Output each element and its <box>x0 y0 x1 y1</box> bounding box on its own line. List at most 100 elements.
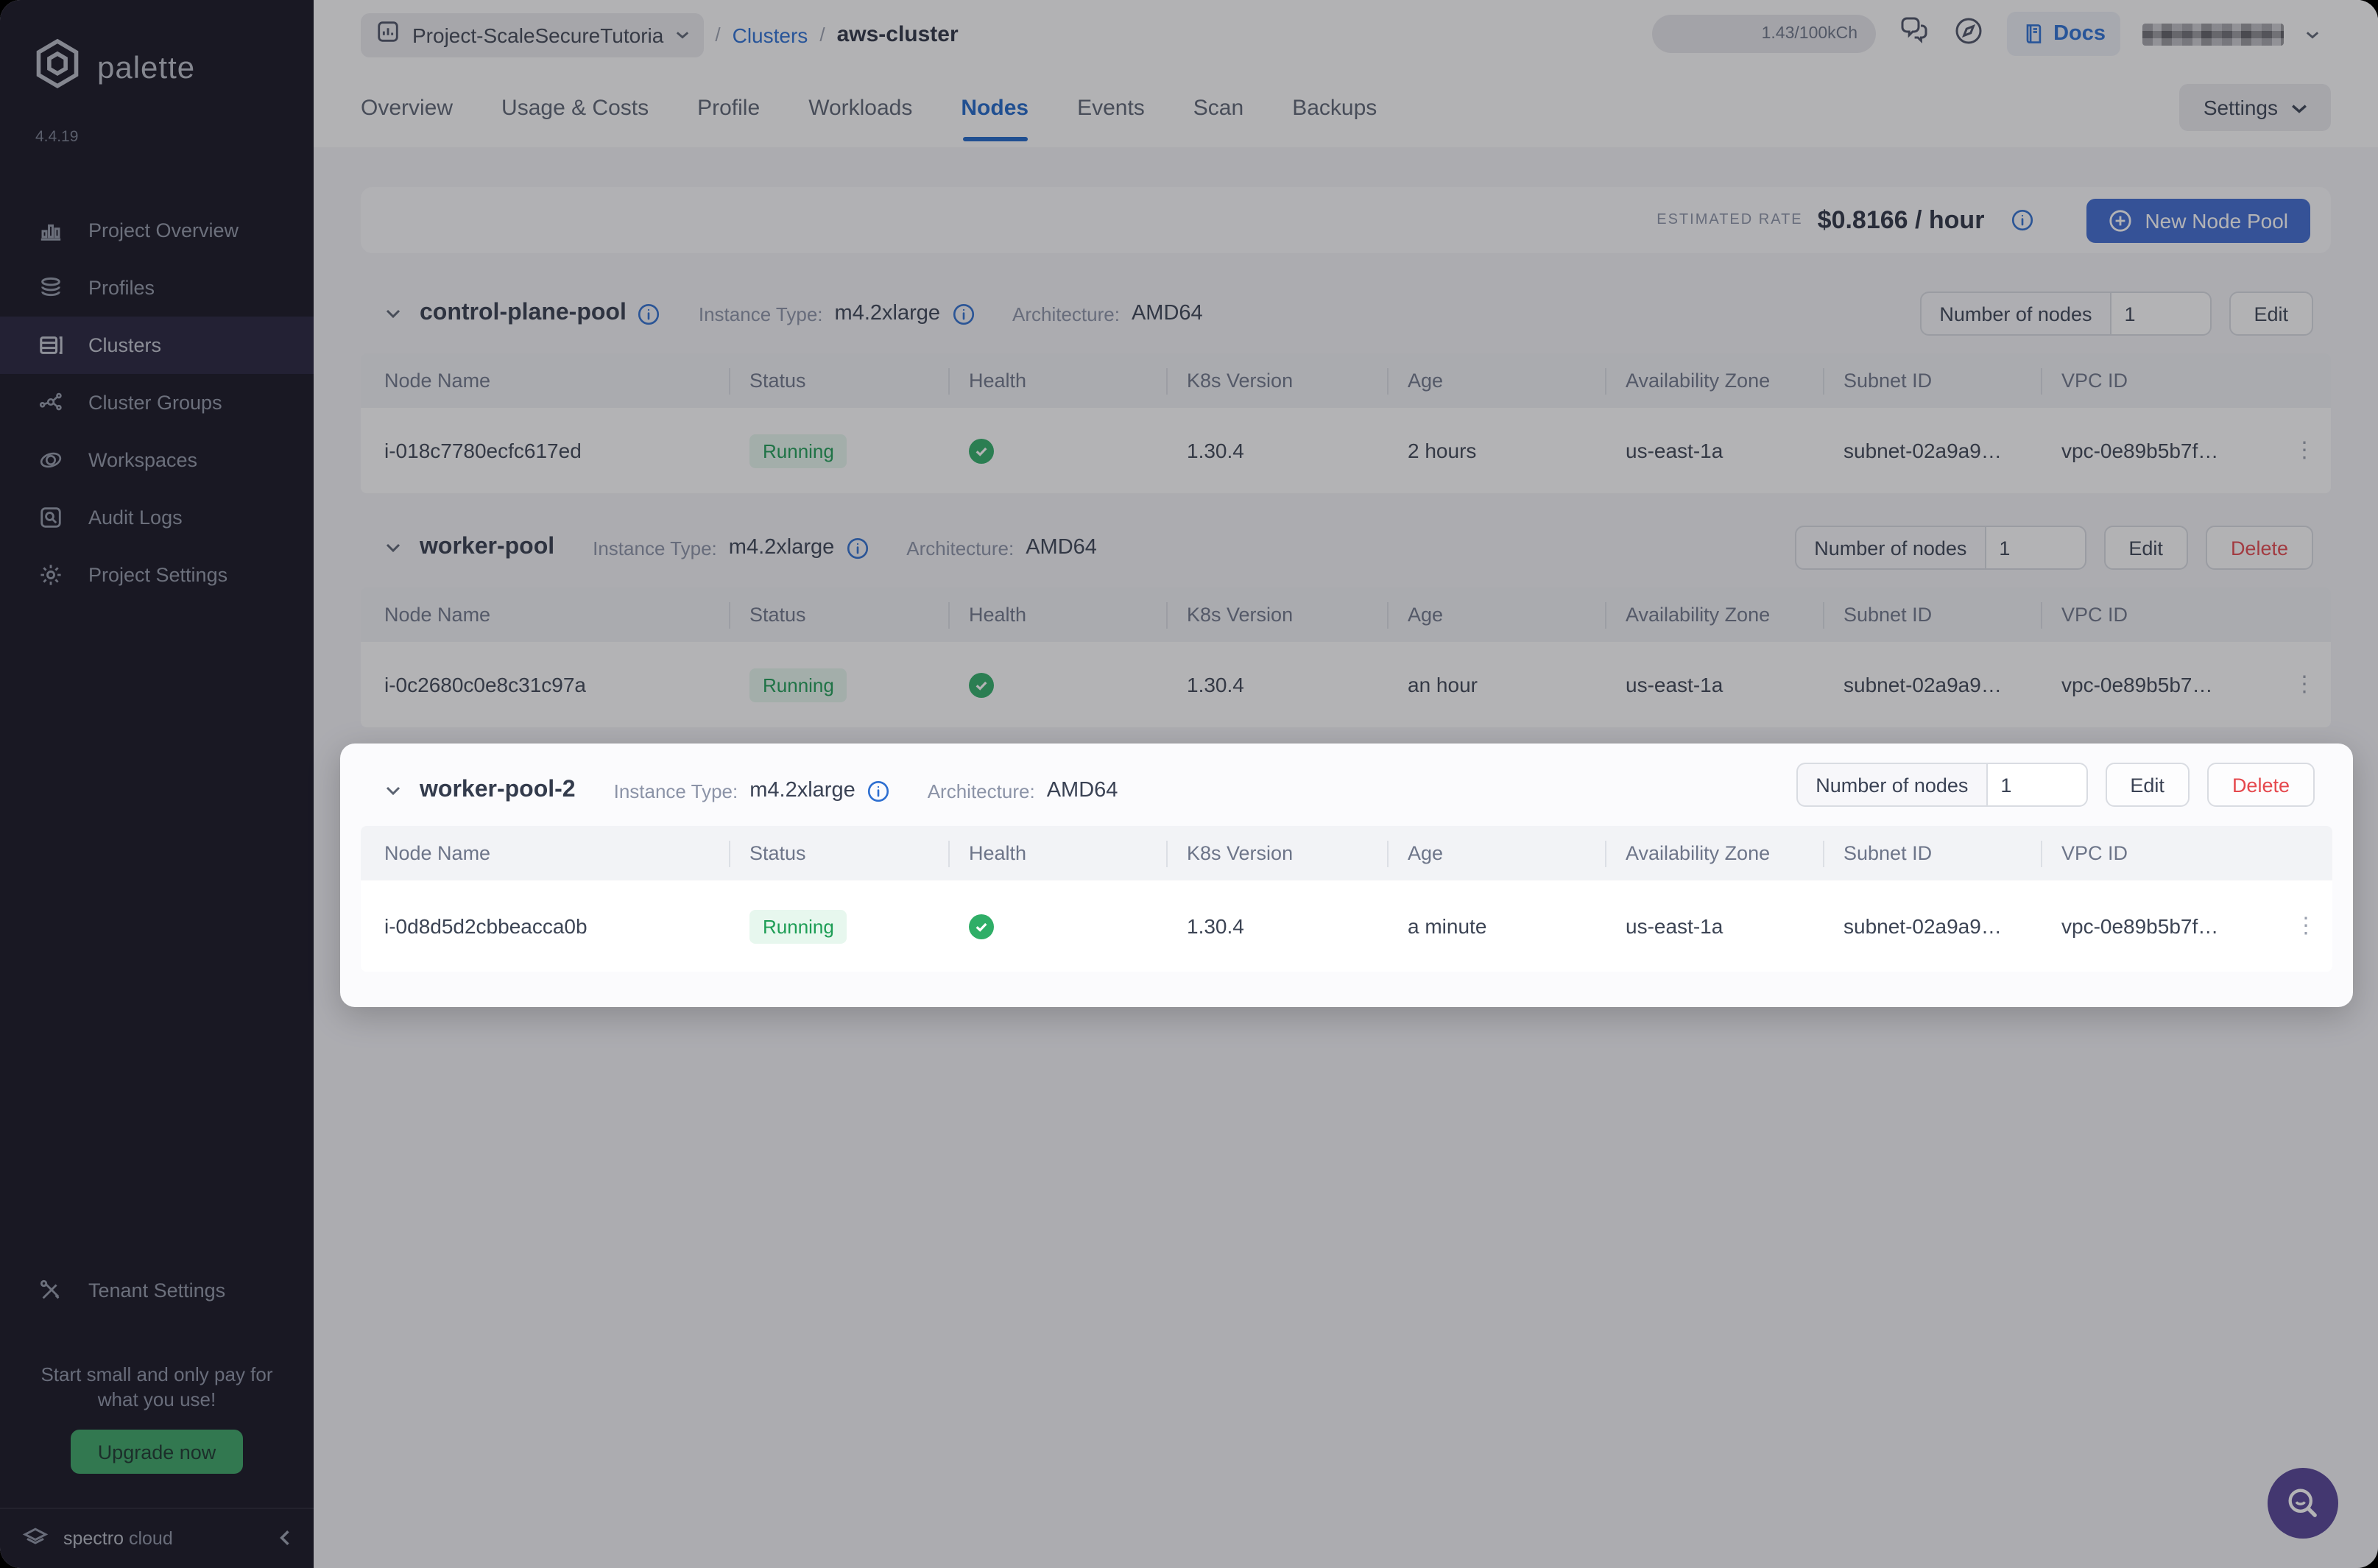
node-vpc: vpc-0e89b5b7f… <box>2061 914 2219 938</box>
node-age: 2 hours <box>1408 439 1477 462</box>
tab-profile[interactable]: Profile <box>697 69 760 147</box>
breadcrumb-clusters-link[interactable]: Clusters <box>733 23 808 46</box>
breadcrumb-separator: / <box>819 24 825 46</box>
chat-icon[interactable] <box>1897 14 1930 54</box>
spectro-cloud-logo-icon <box>21 1520 50 1557</box>
project-scope-selector[interactable]: Project-ScaleSecureTutoria <box>361 13 704 57</box>
sidebar-item-label: Audit Logs <box>88 506 183 529</box>
compass-icon[interactable] <box>1952 14 1984 54</box>
tab-nodes[interactable]: Nodes <box>961 69 1029 147</box>
col-status: Status <box>749 604 969 626</box>
settings-button[interactable]: Settings <box>2179 84 2331 131</box>
instance-type-label: Instance Type: <box>698 303 823 325</box>
collapse-chevron-icon[interactable] <box>384 305 402 322</box>
cluster-tabs: Overview Usage & Costs Profile Workloads… <box>314 69 2378 147</box>
tab-scan[interactable]: Scan <box>1193 69 1243 147</box>
edit-pool-button[interactable]: Edit <box>2103 526 2188 570</box>
plus-circle-icon <box>2109 209 2131 231</box>
tab-overview[interactable]: Overview <box>361 69 453 147</box>
col-age: Age <box>1408 604 1626 626</box>
table-row: i-0c2680c0e8c31c97a Running 1.30.4 an ho… <box>361 642 2331 727</box>
edit-pool-button[interactable]: Edit <box>2105 763 2190 807</box>
sidebar-footer: spectro cloud <box>0 1508 314 1568</box>
settings-label: Settings <box>2203 96 2278 119</box>
architecture-value: AMD64 <box>1026 536 1097 559</box>
instance-type-value: m4.2xlarge <box>749 779 855 802</box>
row-menu-icon[interactable]: ⋮ <box>2293 674 2316 696</box>
collapse-chevron-icon[interactable] <box>384 782 402 799</box>
sidebar-item-tenant-settings[interactable]: Tenant Settings <box>0 1262 314 1319</box>
architecture-value: AMD64 <box>1046 779 1118 802</box>
node-az: us-east-1a <box>1626 439 1723 462</box>
delete-pool-button[interactable]: Delete <box>2206 763 2315 807</box>
bar-chart-icon <box>37 217 63 244</box>
sidebar-item-project-settings[interactable]: Project Settings <box>0 546 314 604</box>
sidebar-item-audit-logs[interactable]: Audit Logs <box>0 489 314 546</box>
tab-backups[interactable]: Backups <box>1292 69 1377 147</box>
sidebar-item-label: Tenant Settings <box>88 1279 226 1302</box>
node-age: a minute <box>1408 914 1487 938</box>
breadcrumb-cluster-name: aws-cluster <box>836 22 959 47</box>
col-status: Status <box>749 842 969 864</box>
sidebar-item-label: Workspaces <box>88 449 198 471</box>
pool-header-worker-pool-2: worker-pool-2 Instance Type: m4.2xlarge … <box>361 755 2332 826</box>
info-icon[interactable] <box>846 537 868 559</box>
col-vpc-id: VPC ID <box>2061 604 2331 626</box>
number-of-nodes-input[interactable] <box>1984 526 2086 570</box>
chevron-down-icon <box>676 32 688 39</box>
search-fab-button[interactable] <box>2268 1468 2338 1539</box>
sidebar-item-label: Profiles <box>88 277 155 299</box>
info-icon[interactable] <box>952 303 974 325</box>
sidebar-item-clusters[interactable]: Clusters <box>0 317 314 374</box>
info-icon[interactable] <box>638 303 660 325</box>
docs-button[interactable]: Docs <box>2006 12 2120 56</box>
new-node-pool-button[interactable]: New Node Pool <box>2086 198 2310 242</box>
sidebar-item-profiles[interactable]: Profiles <box>0 259 314 317</box>
pool-header-worker-pool: worker-pool Instance Type: m4.2xlarge Ar… <box>361 518 2331 577</box>
credits-usage-pill[interactable]: 1.43/100kCh <box>1651 15 1876 53</box>
info-icon[interactable] <box>2011 209 2033 231</box>
sidebar-item-cluster-groups[interactable]: Cluster Groups <box>0 374 314 431</box>
col-health: Health <box>969 604 1187 626</box>
main-area: Project-ScaleSecureTutoria / Clusters / … <box>314 0 2378 1568</box>
health-check-icon <box>969 914 994 939</box>
node-name: i-018c7780ecfc617ed <box>384 439 582 462</box>
server-icon <box>37 332 63 359</box>
pool-controls: Number of nodes Edit <box>1920 292 2313 336</box>
edit-pool-button[interactable]: Edit <box>2229 292 2313 336</box>
node-subnet: subnet-02a9a9… <box>1844 439 2002 462</box>
tab-workloads[interactable]: Workloads <box>808 69 912 147</box>
row-menu-icon[interactable]: ⋮ <box>2294 915 2318 937</box>
app-version: 4.4.19 <box>35 128 79 146</box>
number-of-nodes-input[interactable] <box>1986 763 2088 807</box>
audit-magnifier-icon <box>37 504 63 531</box>
table-header-row: Node Name Status Health K8s Version Age … <box>361 587 2331 642</box>
upgrade-now-button[interactable]: Upgrade now <box>71 1430 243 1474</box>
sidebar-collapse-icon[interactable] <box>277 1526 293 1551</box>
pool-header-control-plane: control-plane-pool Instance Type: m4.2xl… <box>361 284 2331 343</box>
top-bar: Project-ScaleSecureTutoria / Clusters / … <box>314 0 2378 69</box>
row-menu-icon[interactable]: ⋮ <box>2293 439 2316 462</box>
sidebar-item-label: Project Overview <box>88 219 239 241</box>
info-icon[interactable] <box>867 780 889 802</box>
instance-type-label: Instance Type: <box>593 537 717 559</box>
delete-pool-button[interactable]: Delete <box>2205 526 2313 570</box>
docs-label: Docs <box>2053 22 2106 46</box>
node-age: an hour <box>1408 673 1478 696</box>
brand-logo: palette <box>32 38 314 99</box>
collapse-chevron-icon[interactable] <box>384 539 402 557</box>
instance-type-label: Instance Type: <box>613 780 738 802</box>
tools-icon <box>37 1277 63 1304</box>
sidebar-item-workspaces[interactable]: Workspaces <box>0 431 314 489</box>
number-of-nodes-input[interactable] <box>2109 292 2212 336</box>
layers-stack-icon <box>37 275 63 301</box>
tab-events[interactable]: Events <box>1077 69 1145 147</box>
sidebar-item-project-overview[interactable]: Project Overview <box>0 202 314 259</box>
user-name-redacted[interactable] <box>2142 23 2284 45</box>
gear-icon <box>37 562 63 588</box>
tab-usage-costs[interactable]: Usage & Costs <box>501 69 649 147</box>
brand-name: palette <box>97 51 196 85</box>
user-menu-chevron-icon[interactable] <box>2306 27 2319 40</box>
new-node-pool-label: New Node Pool <box>2145 208 2288 232</box>
pool-table-worker-pool: Node Name Status Health K8s Version Age … <box>361 587 2331 727</box>
